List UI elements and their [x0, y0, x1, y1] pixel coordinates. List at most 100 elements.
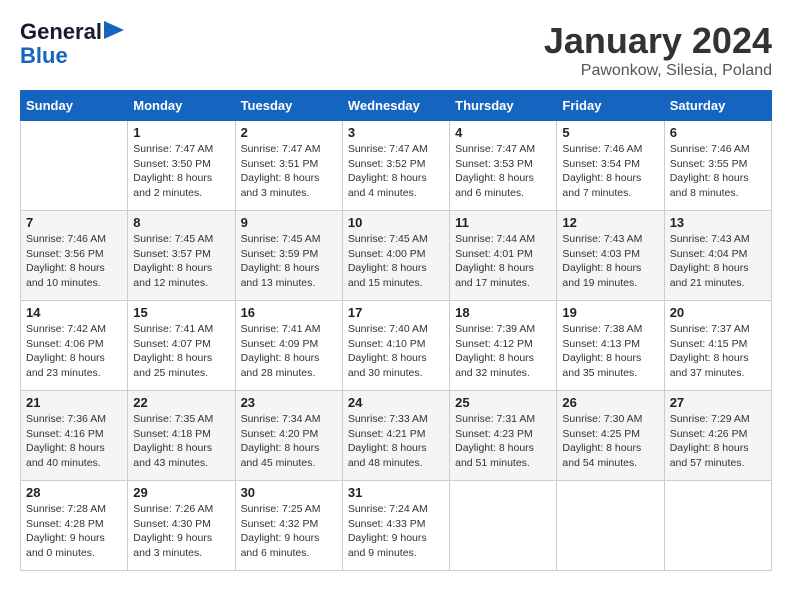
calendar-day-cell [450, 481, 557, 571]
day-info: Sunrise: 7:31 AM Sunset: 4:23 PM Dayligh… [455, 412, 551, 471]
logo-blue-text: Blue [20, 43, 68, 68]
day-info: Sunrise: 7:38 AM Sunset: 4:13 PM Dayligh… [562, 322, 658, 381]
day-number: 17 [348, 305, 444, 320]
col-tuesday: Tuesday [235, 91, 342, 121]
day-number: 2 [241, 125, 337, 140]
day-info: Sunrise: 7:36 AM Sunset: 4:16 PM Dayligh… [26, 412, 122, 471]
calendar-day-cell: 6Sunrise: 7:46 AM Sunset: 3:55 PM Daylig… [664, 121, 771, 211]
calendar-day-cell: 13 Sunrise: 7:43 AM Sunset: 4:04 PM Dayli… [664, 211, 771, 301]
day-info: Sunrise: 7:24 AM Sunset: 4:33 PM Dayligh… [348, 502, 444, 561]
calendar-day-cell: 23 Sunrise: 7:34 AM Sunset: 4:20 PM Dayli… [235, 391, 342, 481]
day-number: 18 [455, 305, 551, 320]
calendar-week-row: 21 Sunrise: 7:36 AM Sunset: 4:16 PM Dayli… [21, 391, 772, 481]
title-block: January 2024 Pawonkow, Silesia, Poland [544, 20, 772, 80]
day-number: 20 [670, 305, 766, 320]
day-info: Sunrise: 7:45 AM Sunset: 4:00 PM Dayligh… [348, 232, 444, 291]
day-number: 14 [26, 305, 122, 320]
calendar-day-cell: 2 Sunrise: 7:47 AM Sunset: 3:51 PM Daylig… [235, 121, 342, 211]
calendar-day-cell: 1Sunrise: 7:47 AM Sunset: 3:50 PM Daylig… [128, 121, 235, 211]
calendar-day-cell: 7 Sunrise: 7:46 AM Sunset: 3:56 PM Daylig… [21, 211, 128, 301]
day-number: 19 [562, 305, 658, 320]
day-number: 13 [670, 215, 766, 230]
day-number: 4 [455, 125, 551, 140]
calendar-day-cell [557, 481, 664, 571]
page-header: General Blue January 2024 Pawonkow, Sile… [20, 20, 772, 80]
page-title: January 2024 [544, 20, 772, 62]
day-info: Sunrise: 7:41 AM Sunset: 4:09 PM Dayligh… [241, 322, 337, 381]
day-info: Sunrise: 7:25 AM Sunset: 4:32 PM Dayligh… [241, 502, 337, 561]
calendar-day-cell: 15Sunrise: 7:41 AM Sunset: 4:07 PM Dayli… [128, 301, 235, 391]
day-number: 29 [133, 485, 229, 500]
calendar-day-cell: 10Sunrise: 7:45 AM Sunset: 4:00 PM Dayli… [342, 211, 449, 301]
col-sunday: Sunday [21, 91, 128, 121]
day-number: 7 [26, 215, 122, 230]
day-info: Sunrise: 7:44 AM Sunset: 4:01 PM Dayligh… [455, 232, 551, 291]
day-number: 15 [133, 305, 229, 320]
calendar-day-cell: 8 Sunrise: 7:45 AM Sunset: 3:57 PM Daylig… [128, 211, 235, 301]
calendar-day-cell: 24 Sunrise: 7:33 AM Sunset: 4:21 PM Dayli… [342, 391, 449, 481]
day-info: Sunrise: 7:45 AM Sunset: 3:57 PM Dayligh… [133, 232, 229, 291]
col-saturday: Saturday [664, 91, 771, 121]
day-number: 12 [562, 215, 658, 230]
calendar-table: Sunday Monday Tuesday Wednesday Thursday… [20, 90, 772, 571]
calendar-day-cell [21, 121, 128, 211]
day-number: 27 [670, 395, 766, 410]
day-info: Sunrise: 7:43 AM Sunset: 4:04 PM Dayligh… [670, 232, 766, 291]
day-info: Sunrise: 7:47 AM Sunset: 3:50 PM Dayligh… [133, 142, 229, 201]
day-info: Sunrise: 7:46 AM Sunset: 3:54 PM Dayligh… [562, 142, 658, 201]
day-info: Sunrise: 7:33 AM Sunset: 4:21 PM Dayligh… [348, 412, 444, 471]
calendar-day-cell: 30 Sunrise: 7:25 AM Sunset: 4:32 PM Dayli… [235, 481, 342, 571]
day-number: 24 [348, 395, 444, 410]
day-number: 9 [241, 215, 337, 230]
day-info: Sunrise: 7:37 AM Sunset: 4:15 PM Dayligh… [670, 322, 766, 381]
calendar-week-row: 7 Sunrise: 7:46 AM Sunset: 3:56 PM Daylig… [21, 211, 772, 301]
day-number: 16 [241, 305, 337, 320]
day-number: 5 [562, 125, 658, 140]
day-number: 23 [241, 395, 337, 410]
day-info: Sunrise: 7:34 AM Sunset: 4:20 PM Dayligh… [241, 412, 337, 471]
day-number: 3 [348, 125, 444, 140]
col-wednesday: Wednesday [342, 91, 449, 121]
day-info: Sunrise: 7:42 AM Sunset: 4:06 PM Dayligh… [26, 322, 122, 381]
day-number: 30 [241, 485, 337, 500]
calendar-day-cell: 28Sunrise: 7:28 AM Sunset: 4:28 PM Dayli… [21, 481, 128, 571]
day-number: 11 [455, 215, 551, 230]
calendar-day-cell: 29 Sunrise: 7:26 AM Sunset: 4:30 PM Dayli… [128, 481, 235, 571]
day-number: 26 [562, 395, 658, 410]
logo: General Blue [20, 20, 124, 68]
calendar-day-cell: 5 Sunrise: 7:46 AM Sunset: 3:54 PM Daylig… [557, 121, 664, 211]
day-number: 22 [133, 395, 229, 410]
day-info: Sunrise: 7:29 AM Sunset: 4:26 PM Dayligh… [670, 412, 766, 471]
day-info: Sunrise: 7:47 AM Sunset: 3:53 PM Dayligh… [455, 142, 551, 201]
logo-arrow-icon [104, 21, 124, 39]
calendar-day-cell: 20 Sunrise: 7:37 AM Sunset: 4:15 PM Dayli… [664, 301, 771, 391]
day-info: Sunrise: 7:40 AM Sunset: 4:10 PM Dayligh… [348, 322, 444, 381]
day-info: Sunrise: 7:30 AM Sunset: 4:25 PM Dayligh… [562, 412, 658, 471]
day-info: Sunrise: 7:46 AM Sunset: 3:56 PM Dayligh… [26, 232, 122, 291]
calendar-day-cell: 11 Sunrise: 7:44 AM Sunset: 4:01 PM Dayli… [450, 211, 557, 301]
calendar-week-row: 28Sunrise: 7:28 AM Sunset: 4:28 PM Dayli… [21, 481, 772, 571]
calendar-day-cell: 3Sunrise: 7:47 AM Sunset: 3:52 PM Daylig… [342, 121, 449, 211]
calendar-day-cell: 31 Sunrise: 7:24 AM Sunset: 4:33 PM Dayli… [342, 481, 449, 571]
calendar-day-cell: 4 Sunrise: 7:47 AM Sunset: 3:53 PM Daylig… [450, 121, 557, 211]
day-info: Sunrise: 7:47 AM Sunset: 3:51 PM Dayligh… [241, 142, 337, 201]
calendar-day-cell: 17 Sunrise: 7:40 AM Sunset: 4:10 PM Dayli… [342, 301, 449, 391]
calendar-day-cell: 12Sunrise: 7:43 AM Sunset: 4:03 PM Dayli… [557, 211, 664, 301]
col-friday: Friday [557, 91, 664, 121]
day-number: 21 [26, 395, 122, 410]
col-monday: Monday [128, 91, 235, 121]
calendar-day-cell: 22 Sunrise: 7:35 AM Sunset: 4:18 PM Dayli… [128, 391, 235, 481]
col-thursday: Thursday [450, 91, 557, 121]
calendar-header-row: Sunday Monday Tuesday Wednesday Thursday… [21, 91, 772, 121]
page-subtitle: Pawonkow, Silesia, Poland [544, 62, 772, 80]
day-number: 8 [133, 215, 229, 230]
calendar-day-cell: 25Sunrise: 7:31 AM Sunset: 4:23 PM Dayli… [450, 391, 557, 481]
day-number: 31 [348, 485, 444, 500]
day-info: Sunrise: 7:35 AM Sunset: 4:18 PM Dayligh… [133, 412, 229, 471]
day-info: Sunrise: 7:45 AM Sunset: 3:59 PM Dayligh… [241, 232, 337, 291]
calendar-day-cell [664, 481, 771, 571]
calendar-day-cell: 26 Sunrise: 7:30 AM Sunset: 4:25 PM Dayli… [557, 391, 664, 481]
calendar-day-cell: 16 Sunrise: 7:41 AM Sunset: 4:09 PM Dayli… [235, 301, 342, 391]
calendar-day-cell: 14 Sunrise: 7:42 AM Sunset: 4:06 PM Dayli… [21, 301, 128, 391]
day-info: Sunrise: 7:26 AM Sunset: 4:30 PM Dayligh… [133, 502, 229, 561]
